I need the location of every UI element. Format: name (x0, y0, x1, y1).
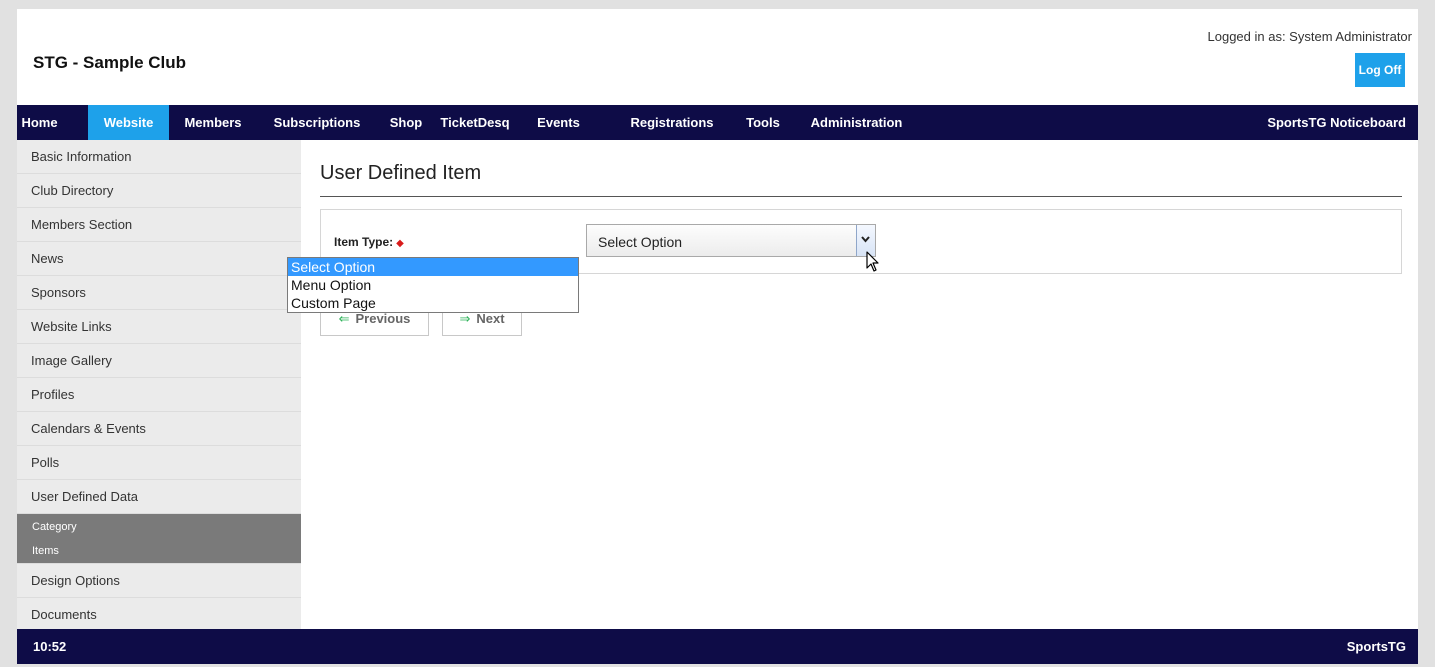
title-divider (320, 196, 1402, 197)
sidebar-item-polls[interactable]: Polls (17, 446, 301, 480)
nav-subscriptions[interactable]: Subscriptions (267, 105, 367, 140)
dropdown-option-select-option[interactable]: Select Option (288, 258, 578, 276)
sidebar-item-image-gallery[interactable]: Image Gallery (17, 344, 301, 378)
nav-shop[interactable]: Shop (387, 105, 425, 140)
logged-in-status: Logged in as: System Administrator (1207, 29, 1413, 44)
logoff-button[interactable]: Log Off (1355, 53, 1405, 87)
sidebar-item-user-defined-data[interactable]: User Defined Data (17, 480, 301, 514)
dropdown-option-menu-option[interactable]: Menu Option (288, 276, 578, 294)
site-title: STG - Sample Club (33, 53, 187, 72)
sidebar-subitem-category[interactable]: Category (17, 514, 301, 539)
sidebar-item-club-directory[interactable]: Club Directory (17, 174, 301, 208)
top-nav: Home Website Members Subscriptions Shop … (17, 105, 1418, 140)
item-type-select[interactable]: Select Option (586, 224, 876, 257)
sidebar-subitem-items[interactable]: Items (17, 539, 301, 563)
sidebar-item-sponsors[interactable]: Sponsors (17, 276, 301, 310)
sidebar: Basic Information Club Directory Members… (17, 140, 301, 632)
nav-ticketdesq[interactable]: TicketDesq (438, 105, 512, 140)
nav-website[interactable]: Website (88, 105, 169, 140)
nav-noticeboard[interactable]: SportsTG Noticeboard (1267, 105, 1406, 140)
required-marker-icon: ◆ (396, 238, 404, 249)
nav-events[interactable]: Events (531, 105, 586, 140)
sidebar-item-profiles[interactable]: Profiles (17, 378, 301, 412)
item-type-select-value: Select Option (598, 234, 683, 250)
sidebar-item-members-section[interactable]: Members Section (17, 208, 301, 242)
sidebar-item-documents[interactable]: Documents (17, 598, 301, 632)
sidebar-item-design-options[interactable]: Design Options (17, 564, 301, 598)
item-type-label-text: Item Type: (334, 235, 394, 249)
footer: 10:52 SportsTG (17, 629, 1418, 664)
sidebar-submenu: Category Items (17, 514, 301, 564)
dropdown-option-custom-page[interactable]: Custom Page (288, 294, 578, 312)
nav-registrations[interactable]: Registrations (623, 105, 721, 140)
sidebar-item-news[interactable]: News (17, 242, 301, 276)
item-type-label: Item Type: ◆ (334, 235, 404, 249)
sidebar-item-website-links[interactable]: Website Links (17, 310, 301, 344)
app-frame: STG - Sample Club Logged in as: System A… (17, 9, 1418, 664)
footer-time: 10:52 (33, 639, 67, 654)
sidebar-item-basic-information[interactable]: Basic Information (17, 140, 301, 174)
main-content: User Defined Item Item Type: ◆ Select Opt… (301, 140, 1418, 629)
mouse-cursor-icon (866, 251, 880, 278)
footer-brand: SportsTG (1346, 639, 1406, 654)
nav-administration[interactable]: Administration (805, 105, 908, 140)
nav-tools[interactable]: Tools (741, 105, 785, 140)
sidebar-item-calendars-events[interactable]: Calendars & Events (17, 412, 301, 446)
nav-members[interactable]: Members (172, 105, 254, 140)
header: STG - Sample Club Logged in as: System A… (17, 9, 1418, 105)
item-type-dropdown-list: Select Option Menu Option Custom Page (287, 257, 579, 313)
page-title: User Defined Item (320, 162, 482, 184)
nav-home[interactable]: Home (17, 105, 62, 140)
